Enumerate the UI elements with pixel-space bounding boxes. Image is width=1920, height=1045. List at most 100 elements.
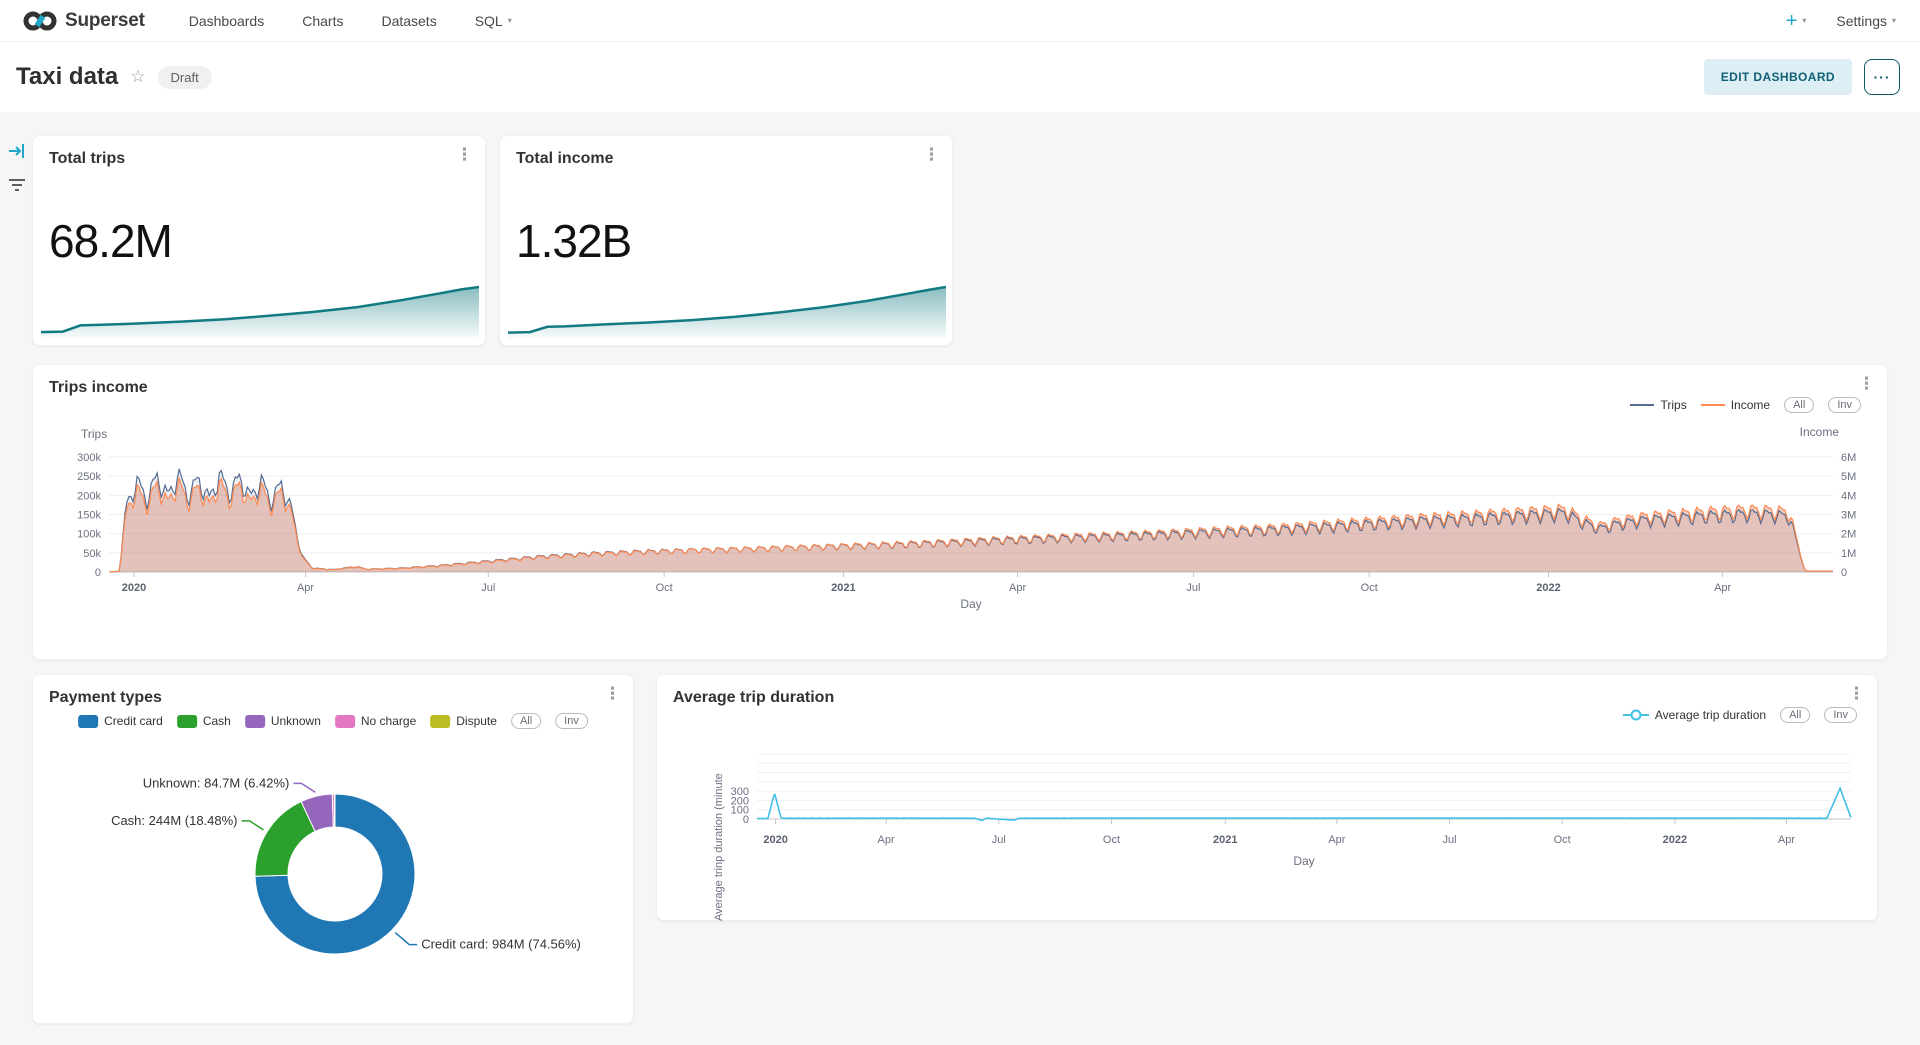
edit-dashboard-button[interactable]: EDIT DASHBOARD xyxy=(1704,59,1852,95)
svg-text:2022: 2022 xyxy=(1536,582,1560,594)
svg-text:Apr: Apr xyxy=(297,582,314,594)
chart-title: Total income xyxy=(516,150,614,168)
page-title: Taxi data xyxy=(16,63,118,91)
legend-item[interactable]: Cash xyxy=(177,714,231,728)
svg-text:0: 0 xyxy=(743,814,749,826)
chevron-down-icon: ▾ xyxy=(1892,16,1896,25)
svg-text:200k: 200k xyxy=(77,490,101,502)
kebab-menu-icon[interactable]: ⋮ xyxy=(456,146,473,165)
big-number-value: 1.32B xyxy=(516,214,631,268)
more-options-button[interactable]: ··· xyxy=(1864,59,1900,95)
chart-title: Payment types xyxy=(49,689,162,707)
svg-text:250k: 250k xyxy=(77,471,101,483)
svg-text:Apr: Apr xyxy=(878,834,895,846)
legend-item[interactable]: No charge xyxy=(335,714,416,728)
nav-datasets[interactable]: Datasets xyxy=(381,13,436,29)
svg-text:Jul: Jul xyxy=(1186,582,1200,594)
svg-text:Apr: Apr xyxy=(1328,834,1345,846)
nav-sql-label: SQL xyxy=(475,13,503,29)
svg-text:4M: 4M xyxy=(1841,490,1856,502)
nav-add-button[interactable]: +▾ xyxy=(1786,11,1807,31)
collapse-filter-bar-icon[interactable] xyxy=(6,140,28,167)
svg-text:Apr: Apr xyxy=(1778,834,1795,846)
favorite-star-icon[interactable]: ☆ xyxy=(130,67,145,87)
dashboard-header: Taxi data ☆ Draft EDIT DASHBOARD ··· xyxy=(0,42,1920,112)
filter-icon[interactable] xyxy=(6,174,28,201)
legend-label: Unknown xyxy=(271,714,321,728)
nav-charts[interactable]: Charts xyxy=(302,13,343,29)
total-trips-sparkline[interactable] xyxy=(41,281,479,339)
chart-title: Total trips xyxy=(49,150,125,168)
infinity-logo-icon xyxy=(22,9,58,33)
svg-text:Day: Day xyxy=(960,597,981,611)
svg-text:Jul: Jul xyxy=(481,582,495,594)
legend-rect-swatch xyxy=(335,715,355,728)
avg-trip-duration-card: Average trip duration ⋮ Average trip dur… xyxy=(656,674,1878,921)
top-nav: Superset Dashboards Charts Datasets SQL ▾… xyxy=(0,0,1920,42)
chevron-down-icon: ▾ xyxy=(508,16,512,25)
status-badge: Draft xyxy=(158,66,212,89)
svg-text:Jul: Jul xyxy=(992,834,1006,846)
legend-item[interactable]: Unknown xyxy=(245,714,321,728)
svg-text:Oct: Oct xyxy=(1103,834,1120,846)
legend-item[interactable]: Credit card xyxy=(78,714,163,728)
legend-inv-button[interactable]: Inv xyxy=(555,713,588,729)
legend-item[interactable]: Dispute xyxy=(430,714,497,728)
plus-icon: + xyxy=(1786,11,1798,31)
svg-text:2020: 2020 xyxy=(122,582,146,594)
svg-text:1M: 1M xyxy=(1841,548,1856,560)
legend-rect-swatch xyxy=(245,715,265,728)
payment-types-donut[interactable]: Credit card: 984M (74.56%) Cash: 244M (18… xyxy=(33,735,635,1025)
legend-label: Cash xyxy=(203,714,231,728)
legend-rect-swatch xyxy=(78,715,98,728)
svg-text:100k: 100k xyxy=(77,529,101,541)
legend-label: Credit card xyxy=(104,714,163,728)
svg-text:2022: 2022 xyxy=(1663,834,1687,846)
trips-income-chart[interactable]: 300k6M250k5M200k4M150k3M100k2M50k1M00202… xyxy=(33,365,1889,661)
svg-text:2021: 2021 xyxy=(831,582,855,594)
svg-text:Oct: Oct xyxy=(1361,582,1378,594)
dashboard-body: Total trips ⋮ 68.2M Total income ⋮ 1.32B… xyxy=(0,112,1920,1045)
svg-text:Oct: Oct xyxy=(656,582,673,594)
svg-text:Credit card: 984M (74.56%): Credit card: 984M (74.56%) xyxy=(421,937,581,952)
svg-text:Day: Day xyxy=(1293,854,1314,868)
avg-trip-duration-chart[interactable]: 30020010002020AprJulOct2021AprJulOct2022… xyxy=(657,675,1879,922)
nav-sql[interactable]: SQL ▾ xyxy=(475,13,512,29)
svg-text:Cash: 244M (18.48%): Cash: 244M (18.48%) xyxy=(111,813,237,828)
svg-text:0: 0 xyxy=(1841,567,1847,579)
superset-logo[interactable]: Superset xyxy=(22,9,145,33)
total-income-card: Total income ⋮ 1.32B xyxy=(499,135,953,346)
svg-text:2020: 2020 xyxy=(763,834,787,846)
svg-text:Jul: Jul xyxy=(1442,834,1456,846)
legend-rect-swatch xyxy=(177,715,197,728)
payment-types-legend: Credit card Cash Unknown No charge Dispute Al… xyxy=(78,713,588,729)
nav-settings[interactable]: Settings ▾ xyxy=(1836,13,1896,29)
kebab-menu-icon[interactable]: ⋮ xyxy=(923,146,940,165)
svg-text:Unknown: 84.7M (6.42%): Unknown: 84.7M (6.42%) xyxy=(143,775,290,790)
trips-income-card: Trips income ⋮ TripsIncomeAllInv Income … xyxy=(32,364,1888,660)
big-number-value: 68.2M xyxy=(49,214,172,268)
svg-text:0: 0 xyxy=(95,567,101,579)
chevron-down-icon: ▾ xyxy=(1802,16,1806,25)
svg-text:150k: 150k xyxy=(77,510,101,522)
kebab-menu-icon[interactable]: ⋮ xyxy=(604,685,621,704)
legend-label: No charge xyxy=(361,714,416,728)
svg-text:Apr: Apr xyxy=(1009,582,1026,594)
nav-dashboards[interactable]: Dashboards xyxy=(189,13,265,29)
svg-text:5M: 5M xyxy=(1841,471,1856,483)
brand-name: Superset xyxy=(65,10,145,32)
nav-right: +▾ Settings▾ xyxy=(1786,11,1896,31)
svg-text:3M: 3M xyxy=(1841,510,1856,522)
svg-text:Apr: Apr xyxy=(1714,582,1731,594)
legend-label: Dispute xyxy=(456,714,497,728)
svg-text:6M: 6M xyxy=(1841,452,1856,464)
total-income-sparkline[interactable] xyxy=(508,281,946,339)
header-actions: EDIT DASHBOARD ··· xyxy=(1704,59,1900,95)
payment-types-card: Payment types ⋮ Credit card Cash Unknown No… xyxy=(32,674,634,1024)
svg-text:Oct: Oct xyxy=(1554,834,1571,846)
svg-text:2021: 2021 xyxy=(1213,834,1237,846)
settings-label: Settings xyxy=(1836,13,1887,29)
svg-text:300k: 300k xyxy=(77,452,101,464)
legend-all-button[interactable]: All xyxy=(511,713,541,729)
svg-text:50k: 50k xyxy=(83,548,101,560)
